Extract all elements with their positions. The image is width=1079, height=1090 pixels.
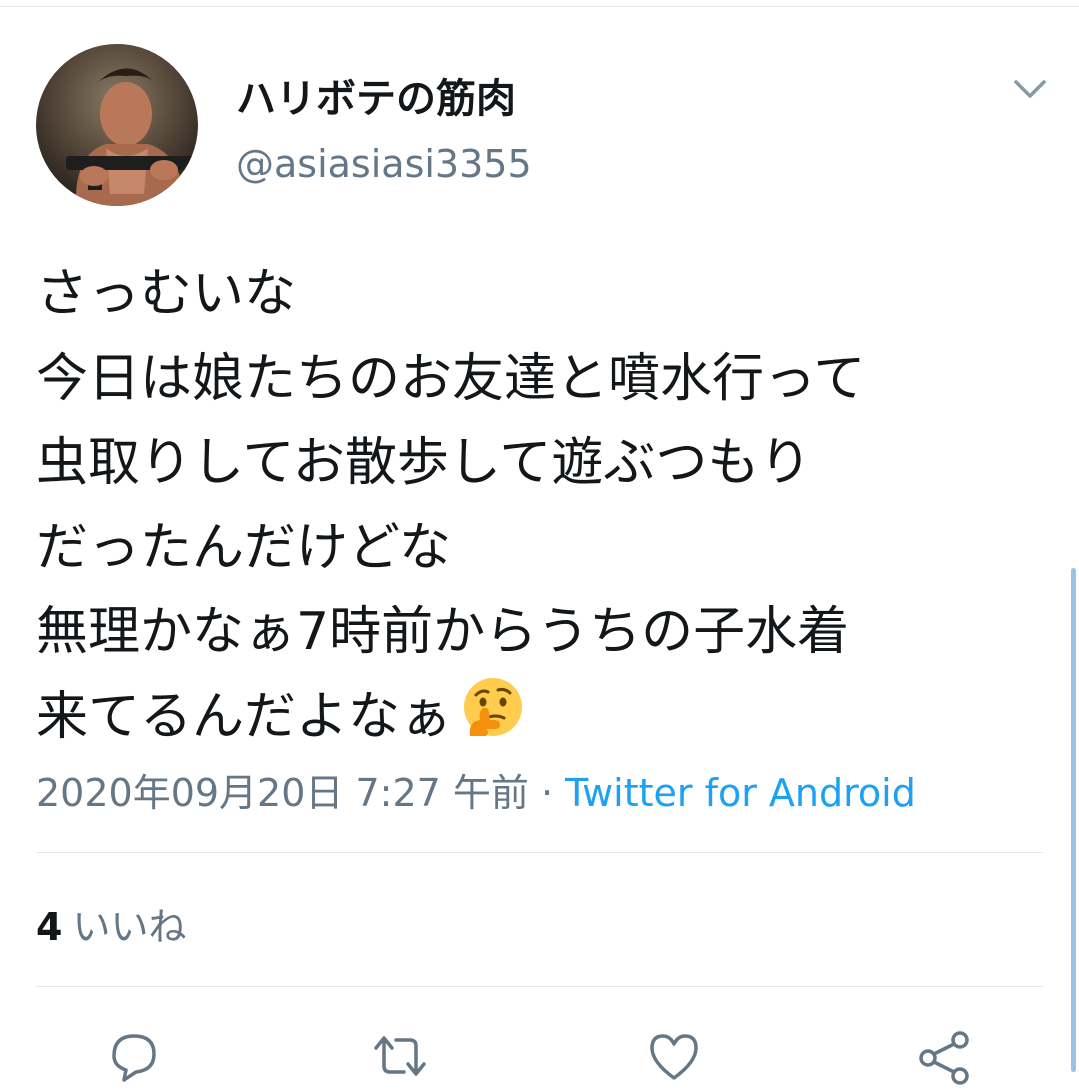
tweet-line-text: 来てるんだよなぁ [36, 686, 453, 747]
display-name[interactable]: ハリボテの筋肉 [236, 66, 516, 124]
tweet-meta: 2020年09月20日 7:27 午前 · Twitter for Androi… [36, 762, 916, 817]
avatar-image [66, 68, 196, 206]
tweet-line: 無理かなぁ7時前からうちの子水着 [36, 602, 850, 662]
scrollbar[interactable] [1071, 568, 1076, 1072]
chevron-down-icon[interactable] [1010, 70, 1050, 106]
source-link[interactable]: Twitter for Android [565, 771, 916, 815]
thinking-face-icon [460, 676, 526, 742]
tweet-line: 今日は娘たちのお友達と噴水行って [36, 348, 866, 409]
reply-icon[interactable] [104, 1026, 164, 1086]
likes-label: いいね [72, 905, 187, 949]
retweet-icon[interactable] [370, 1026, 430, 1086]
avatar[interactable] [36, 44, 198, 206]
tweet-line: 虫取りしてお散歩して遊ぶつもり [36, 433, 812, 493]
tweet-line-last: 来てるんだよなぁ [36, 675, 1056, 760]
divider [36, 986, 1043, 987]
share-icon[interactable] [914, 1026, 974, 1086]
top-divider [0, 6, 1079, 7]
divider [36, 852, 1043, 853]
likes-stat[interactable]: 4 いいね [36, 896, 186, 951]
like-icon[interactable] [644, 1026, 704, 1086]
tweet-text: さっむいな 今日は娘たちのお友達と噴水行って 虫取りしてお散歩して遊ぶつもり だ… [36, 252, 1056, 759]
user-handle[interactable]: @asiasiasi3355 [236, 142, 532, 186]
tweet-line: さっむいな [36, 264, 297, 324]
likes-count: 4 [36, 905, 63, 949]
tweet-line: だったんだけどな [36, 517, 451, 578]
timestamp: 2020年09月20日 7:27 午前 [36, 771, 529, 815]
meta-separator: · [528, 771, 566, 815]
